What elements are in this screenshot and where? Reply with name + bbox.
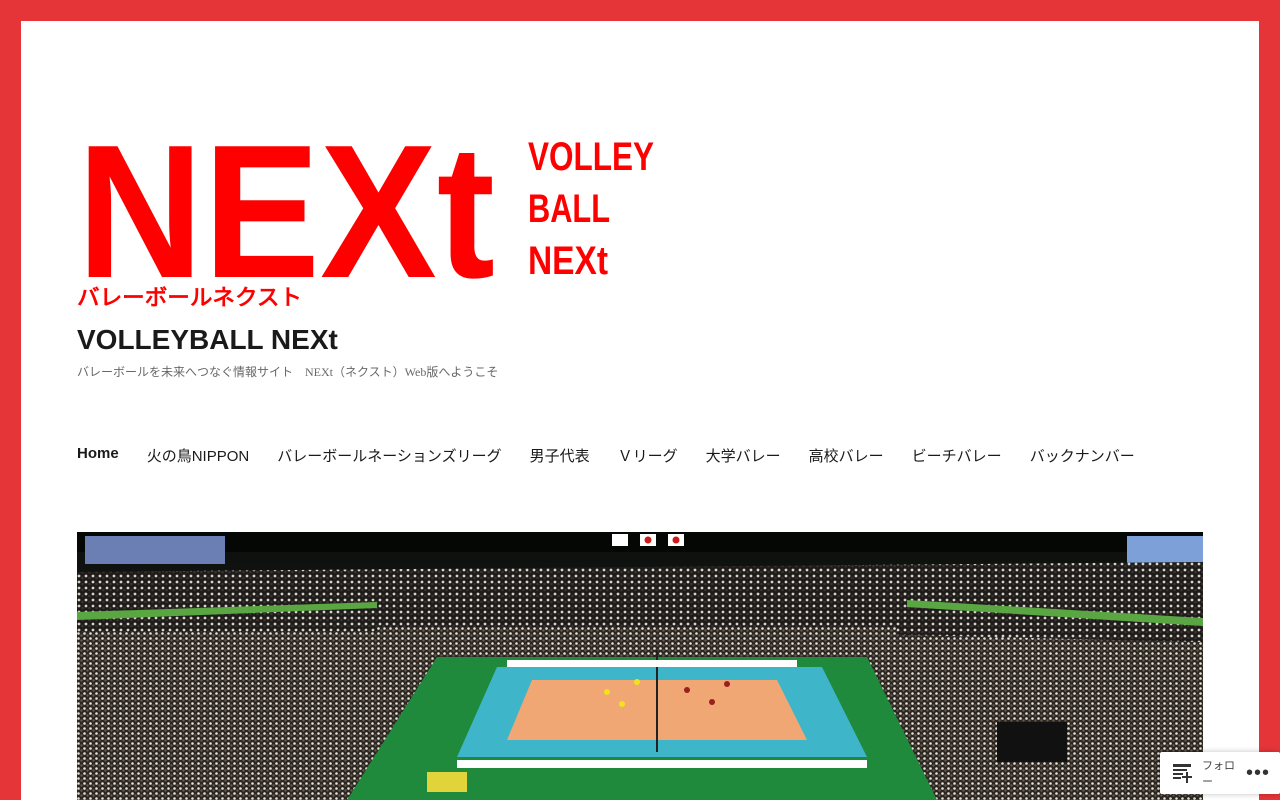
logo-kana-text: バレーボールネクスト bbox=[77, 286, 302, 309]
arena-photo-icon bbox=[77, 532, 1203, 800]
nav-item-beach[interactable]: ビーチバレー bbox=[912, 445, 1002, 466]
nav-item-hinotori-nippon[interactable]: 火の鳥NIPPON bbox=[147, 445, 250, 466]
hero-arena-image bbox=[77, 532, 1203, 800]
site-tagline: バレーボールを未来へつなぐ情報サイト NEXt（ネクスト）Web版へようこそ bbox=[77, 365, 499, 379]
page-container: NEXt VOLLEY BALL NEXt バレーボールネクスト VOLLEYB… bbox=[21, 21, 1259, 800]
nav-item-mens-national[interactable]: 男子代表 bbox=[530, 445, 590, 466]
site-title[interactable]: VOLLEYBALL NEXt bbox=[77, 323, 338, 357]
reader-icon[interactable] bbox=[1172, 762, 1194, 784]
logo-side-line-1: VOLLEY bbox=[528, 135, 654, 179]
nav-item-home[interactable]: Home bbox=[77, 445, 119, 466]
nav-item-nations-league[interactable]: バレーボールネーションズリーグ bbox=[277, 445, 501, 466]
logo-side-line-3: NEXt bbox=[528, 239, 608, 283]
more-options-icon[interactable]: ••• bbox=[1246, 763, 1270, 783]
floating-action-bar: フォロー ••• bbox=[1160, 752, 1280, 794]
nav-item-back-number[interactable]: バックナンバー bbox=[1030, 445, 1135, 466]
site-logo[interactable]: NEXt VOLLEY BALL NEXt バレーボールネクスト bbox=[77, 129, 657, 309]
nav-item-college[interactable]: 大学バレー bbox=[706, 445, 781, 466]
logo-side-line-2: BALL bbox=[528, 187, 610, 231]
follow-label[interactable]: フォロー bbox=[1202, 757, 1238, 789]
logo-big-text: NEXt bbox=[77, 129, 495, 309]
main-navigation: Home 火の鳥NIPPON バレーボールネーションズリーグ 男子代表 Ｖリーグ… bbox=[77, 445, 1135, 466]
nav-item-high-school[interactable]: 高校バレー bbox=[809, 445, 884, 466]
nav-item-v-league[interactable]: Ｖリーグ bbox=[618, 445, 678, 466]
